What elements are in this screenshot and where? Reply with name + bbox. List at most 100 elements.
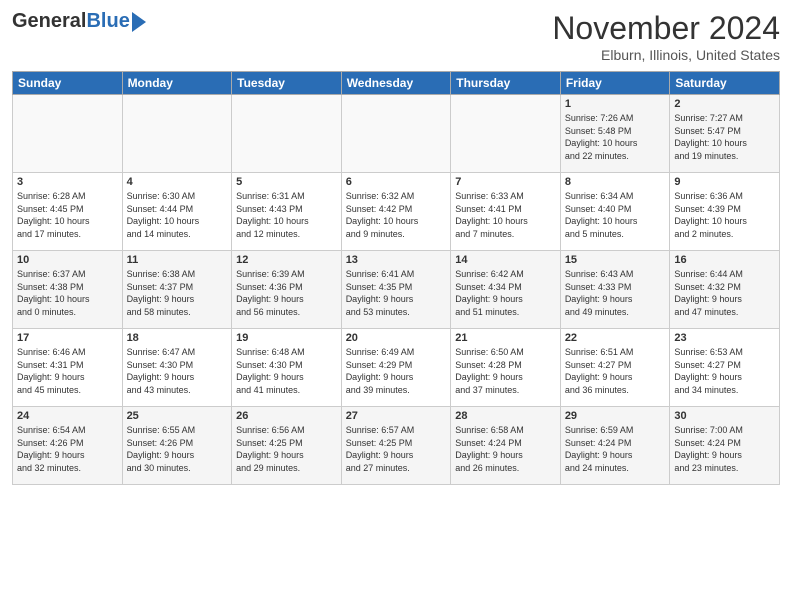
- col-saturday: Saturday: [670, 72, 780, 95]
- day-number: 9: [674, 176, 775, 188]
- day-number: 6: [346, 176, 447, 188]
- day-info: Sunrise: 6:33 AM Sunset: 4:41 PM Dayligh…: [455, 190, 556, 240]
- day-number: 27: [346, 410, 447, 422]
- table-row: 1Sunrise: 7:26 AM Sunset: 5:48 PM Daylig…: [560, 95, 670, 173]
- table-row: [13, 95, 123, 173]
- day-info: Sunrise: 6:54 AM Sunset: 4:26 PM Dayligh…: [17, 424, 118, 474]
- table-row: 13 Sunrise: 6:41 AM Sunset: 4:35 PM Dayli…: [341, 251, 451, 329]
- day-info: Sunrise: 6:28 AM Sunset: 4:45 PM Dayligh…: [17, 190, 118, 240]
- table-row: 8 Sunrise: 6:34 AM Sunset: 4:40 PM Daylig…: [560, 173, 670, 251]
- day-number: 5: [236, 176, 337, 188]
- table-row: 12Sunrise: 6:39 AM Sunset: 4:36 PM Dayli…: [232, 251, 342, 329]
- calendar-week-row: 3Sunrise: 6:28 AM Sunset: 4:45 PM Daylig…: [13, 173, 780, 251]
- day-number: 11: [127, 254, 228, 266]
- day-number: 29: [565, 410, 666, 422]
- col-wednesday: Wednesday: [341, 72, 451, 95]
- day-info: Sunrise: 6:55 AM Sunset: 4:26 PM Dayligh…: [127, 424, 228, 474]
- logo: General Blue: [12, 10, 146, 33]
- table-row: [122, 95, 232, 173]
- day-number: 20: [346, 332, 447, 344]
- calendar-week-row: 10 Sunrise: 6:37 AM Sunset: 4:38 PM Dayli…: [13, 251, 780, 329]
- day-info: Sunrise: 7:00 AM Sunset: 4:24 PM Dayligh…: [674, 424, 775, 474]
- table-row: 24 Sunrise: 6:54 AM Sunset: 4:26 PM Dayli…: [13, 407, 123, 485]
- day-info: Sunrise: 6:31 AM Sunset: 4:43 PM Dayligh…: [236, 190, 337, 240]
- day-number: 10: [17, 254, 118, 266]
- col-thursday: Thursday: [451, 72, 561, 95]
- day-info: Sunrise: 6:51 AM Sunset: 4:27 PM Dayligh…: [565, 346, 666, 396]
- day-info: Sunrise: 7:27 AM Sunset: 5:47 PM Dayligh…: [674, 112, 775, 162]
- table-row: 9 Sunrise: 6:36 AM Sunset: 4:39 PM Daylig…: [670, 173, 780, 251]
- table-row: 27 Sunrise: 6:57 AM Sunset: 4:25 PM Dayli…: [341, 407, 451, 485]
- day-number: 28: [455, 410, 556, 422]
- day-info: Sunrise: 6:46 AM Sunset: 4:31 PM Dayligh…: [17, 346, 118, 396]
- table-row: 11 Sunrise: 6:38 AM Sunset: 4:37 PM Dayli…: [122, 251, 232, 329]
- day-info: Sunrise: 6:30 AM Sunset: 4:44 PM Dayligh…: [127, 190, 228, 240]
- table-row: 17 Sunrise: 6:46 AM Sunset: 4:31 PM Dayli…: [13, 329, 123, 407]
- table-row: 28 Sunrise: 6:58 AM Sunset: 4:24 PM Dayli…: [451, 407, 561, 485]
- day-info: Sunrise: 6:58 AM Sunset: 4:24 PM Dayligh…: [455, 424, 556, 474]
- day-info: Sunrise: 6:56 AM Sunset: 4:25 PM Dayligh…: [236, 424, 337, 474]
- day-number: 14: [455, 254, 556, 266]
- table-row: 15 Sunrise: 6:43 AM Sunset: 4:33 PM Dayli…: [560, 251, 670, 329]
- day-info: Sunrise: 6:59 AM Sunset: 4:24 PM Dayligh…: [565, 424, 666, 474]
- day-number: 22: [565, 332, 666, 344]
- table-row: 7 Sunrise: 6:33 AM Sunset: 4:41 PM Daylig…: [451, 173, 561, 251]
- logo-blue: Blue: [86, 10, 129, 33]
- table-row: 2Sunrise: 7:27 AM Sunset: 5:47 PM Daylig…: [670, 95, 780, 173]
- day-number: 17: [17, 332, 118, 344]
- table-row: 3Sunrise: 6:28 AM Sunset: 4:45 PM Daylig…: [13, 173, 123, 251]
- table-row: 18 Sunrise: 6:47 AM Sunset: 4:30 PM Dayli…: [122, 329, 232, 407]
- table-row: [451, 95, 561, 173]
- calendar-header-row: Sunday Monday Tuesday Wednesday Thursday…: [13, 72, 780, 95]
- table-row: 23Sunrise: 6:53 AM Sunset: 4:27 PM Dayli…: [670, 329, 780, 407]
- page-container: General Blue November 2024 Elburn, Illin…: [0, 0, 792, 493]
- table-row: 14 Sunrise: 6:42 AM Sunset: 4:34 PM Dayli…: [451, 251, 561, 329]
- table-row: 30Sunrise: 7:00 AM Sunset: 4:24 PM Dayli…: [670, 407, 780, 485]
- calendar-week-row: 1Sunrise: 7:26 AM Sunset: 5:48 PM Daylig…: [13, 95, 780, 173]
- table-row: 21Sunrise: 6:50 AM Sunset: 4:28 PM Dayli…: [451, 329, 561, 407]
- day-info: Sunrise: 6:34 AM Sunset: 4:40 PM Dayligh…: [565, 190, 666, 240]
- table-row: 19 Sunrise: 6:48 AM Sunset: 4:30 PM Dayli…: [232, 329, 342, 407]
- table-row: 4 Sunrise: 6:30 AM Sunset: 4:44 PM Daylig…: [122, 173, 232, 251]
- table-row: 5 Sunrise: 6:31 AM Sunset: 4:43 PM Daylig…: [232, 173, 342, 251]
- calendar-table: Sunday Monday Tuesday Wednesday Thursday…: [12, 71, 780, 485]
- table-row: 6 Sunrise: 6:32 AM Sunset: 4:42 PM Daylig…: [341, 173, 451, 251]
- day-number: 25: [127, 410, 228, 422]
- day-info: Sunrise: 6:49 AM Sunset: 4:29 PM Dayligh…: [346, 346, 447, 396]
- page-header: General Blue November 2024 Elburn, Illin…: [12, 10, 780, 63]
- day-info: Sunrise: 6:44 AM Sunset: 4:32 PM Dayligh…: [674, 268, 775, 318]
- day-number: 7: [455, 176, 556, 188]
- day-info: Sunrise: 6:32 AM Sunset: 4:42 PM Dayligh…: [346, 190, 447, 240]
- day-info: Sunrise: 6:38 AM Sunset: 4:37 PM Dayligh…: [127, 268, 228, 318]
- day-number: 23: [674, 332, 775, 344]
- day-info: Sunrise: 6:57 AM Sunset: 4:25 PM Dayligh…: [346, 424, 447, 474]
- month-title: November 2024: [552, 10, 780, 47]
- day-info: Sunrise: 6:48 AM Sunset: 4:30 PM Dayligh…: [236, 346, 337, 396]
- table-row: 22 Sunrise: 6:51 AM Sunset: 4:27 PM Dayli…: [560, 329, 670, 407]
- day-info: Sunrise: 6:39 AM Sunset: 4:36 PM Dayligh…: [236, 268, 337, 318]
- day-info: Sunrise: 6:41 AM Sunset: 4:35 PM Dayligh…: [346, 268, 447, 318]
- day-info: Sunrise: 6:42 AM Sunset: 4:34 PM Dayligh…: [455, 268, 556, 318]
- table-row: 29 Sunrise: 6:59 AM Sunset: 4:24 PM Dayli…: [560, 407, 670, 485]
- day-number: 13: [346, 254, 447, 266]
- day-number: 15: [565, 254, 666, 266]
- title-block: November 2024 Elburn, Illinois, United S…: [552, 10, 780, 63]
- day-info: Sunrise: 6:47 AM Sunset: 4:30 PM Dayligh…: [127, 346, 228, 396]
- day-info: Sunrise: 6:50 AM Sunset: 4:28 PM Dayligh…: [455, 346, 556, 396]
- col-friday: Friday: [560, 72, 670, 95]
- day-number: 19: [236, 332, 337, 344]
- day-info: Sunrise: 6:43 AM Sunset: 4:33 PM Dayligh…: [565, 268, 666, 318]
- day-info: Sunrise: 6:36 AM Sunset: 4:39 PM Dayligh…: [674, 190, 775, 240]
- calendar-week-row: 17 Sunrise: 6:46 AM Sunset: 4:31 PM Dayli…: [13, 329, 780, 407]
- table-row: 10 Sunrise: 6:37 AM Sunset: 4:38 PM Dayli…: [13, 251, 123, 329]
- day-number: 4: [127, 176, 228, 188]
- day-info: Sunrise: 6:37 AM Sunset: 4:38 PM Dayligh…: [17, 268, 118, 318]
- col-tuesday: Tuesday: [232, 72, 342, 95]
- day-number: 16: [674, 254, 775, 266]
- day-number: 8: [565, 176, 666, 188]
- day-number: 24: [17, 410, 118, 422]
- location-text: Elburn, Illinois, United States: [552, 47, 780, 63]
- table-row: 25 Sunrise: 6:55 AM Sunset: 4:26 PM Dayli…: [122, 407, 232, 485]
- table-row: [232, 95, 342, 173]
- day-number: 18: [127, 332, 228, 344]
